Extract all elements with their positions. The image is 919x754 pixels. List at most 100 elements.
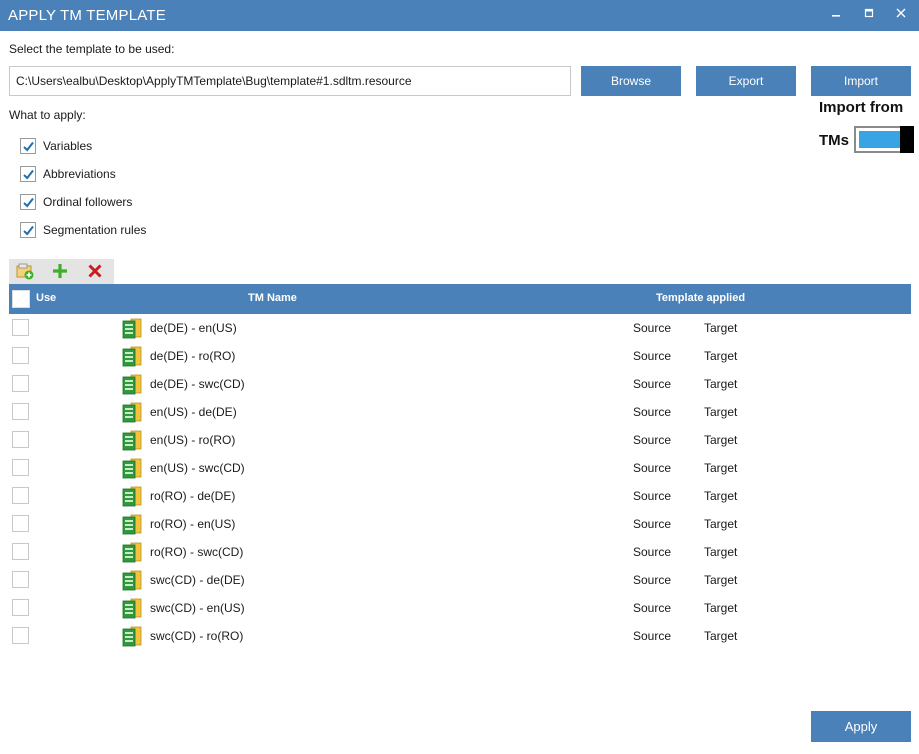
tm-name: en(US) - de(DE) — [150, 405, 237, 419]
tm-name: swc(CD) - ro(RO) — [150, 629, 244, 643]
minimize-button[interactable] — [826, 5, 846, 25]
apply-target-link[interactable]: Target — [704, 489, 737, 503]
translation-memory-icon — [122, 514, 143, 535]
row-use-checkbox[interactable] — [12, 627, 29, 644]
table-row[interactable]: de(DE) - ro(RO) Source Target — [9, 342, 911, 370]
export-button[interactable]: Export — [696, 66, 796, 96]
maximize-icon — [864, 8, 874, 18]
apply-source-link[interactable]: Source — [633, 377, 671, 391]
apply-target-link[interactable]: Target — [704, 377, 737, 391]
row-use-checkbox[interactable] — [12, 543, 29, 560]
apply-target-link[interactable]: Target — [704, 433, 737, 447]
apply-source-link[interactable]: Source — [633, 405, 671, 419]
translation-memory-icon — [122, 598, 143, 619]
apply-source-link[interactable]: Source — [633, 545, 671, 559]
row-use-checkbox[interactable] — [12, 431, 29, 448]
table-row[interactable]: swc(CD) - en(US) Source Target — [9, 594, 911, 622]
translation-memory-icon — [122, 542, 143, 563]
variables-checkbox[interactable] — [20, 138, 36, 154]
tm-name: ro(RO) - swc(CD) — [150, 545, 244, 559]
tm-name: en(US) - ro(RO) — [150, 433, 236, 447]
grid-header: Use TM Name Template applied — [9, 284, 911, 314]
column-header-tm-name[interactable]: TM Name — [248, 292, 297, 304]
apply-target-link[interactable]: Target — [704, 629, 737, 643]
ordinal-followers-label: Ordinal followers — [43, 195, 133, 209]
table-row[interactable]: de(DE) - swc(CD) Source Target — [9, 370, 911, 398]
minimize-icon — [832, 15, 840, 17]
browse-button[interactable]: Browse — [581, 66, 681, 96]
translation-memory-icon — [122, 318, 143, 339]
table-row[interactable]: en(US) - de(DE) Source Target — [9, 398, 911, 426]
tm-name: ro(RO) - en(US) — [150, 517, 236, 531]
tm-name: swc(CD) - de(DE) — [150, 573, 245, 587]
apply-source-link[interactable]: Source — [633, 321, 671, 335]
apply-target-link[interactable]: Target — [704, 461, 737, 475]
add-icon — [53, 264, 67, 278]
import-from-tms-toggle[interactable] — [854, 126, 914, 153]
what-to-apply-label: What to apply: — [9, 108, 86, 122]
apply-target-link[interactable]: Target — [704, 545, 737, 559]
add-button[interactable] — [50, 261, 72, 282]
segmentation-rules-label: Segmentation rules — [43, 223, 147, 237]
close-button[interactable] — [891, 5, 911, 25]
row-use-checkbox[interactable] — [12, 459, 29, 476]
maximize-button[interactable] — [859, 5, 879, 25]
table-row[interactable]: ro(RO) - swc(CD) Source Target — [9, 538, 911, 566]
apply-source-link[interactable]: Source — [633, 601, 671, 615]
select-all-checkbox[interactable] — [12, 290, 30, 308]
apply-target-link[interactable]: Target — [704, 573, 737, 587]
table-row[interactable]: ro(RO) - de(DE) Source Target — [9, 482, 911, 510]
apply-target-link[interactable]: Target — [704, 601, 737, 615]
apply-source-link[interactable]: Source — [633, 629, 671, 643]
apply-target-link[interactable]: Target — [704, 349, 737, 363]
apply-source-link[interactable]: Source — [633, 573, 671, 587]
row-use-checkbox[interactable] — [12, 599, 29, 616]
import-button[interactable]: Import — [811, 66, 911, 96]
table-row[interactable]: ro(RO) - en(US) Source Target — [9, 510, 911, 538]
translation-memory-icon — [122, 430, 143, 451]
add-tm-folder-button[interactable] — [15, 261, 37, 282]
select-template-label: Select the template to be used: — [9, 42, 175, 56]
row-use-checkbox[interactable] — [12, 403, 29, 420]
row-use-checkbox[interactable] — [12, 515, 29, 532]
apply-target-link[interactable]: Target — [704, 517, 737, 531]
apply-source-link[interactable]: Source — [633, 489, 671, 503]
translation-memory-icon — [122, 458, 143, 479]
apply-source-link[interactable]: Source — [633, 517, 671, 531]
row-use-checkbox[interactable] — [12, 571, 29, 588]
row-use-checkbox[interactable] — [12, 347, 29, 364]
row-use-checkbox[interactable] — [12, 319, 29, 336]
tm-name: de(DE) - ro(RO) — [150, 349, 236, 363]
template-path-input[interactable] — [9, 66, 571, 96]
apply-source-link[interactable]: Source — [633, 461, 671, 475]
translation-memory-icon — [122, 374, 143, 395]
table-row[interactable]: de(DE) - en(US) Source Target — [9, 314, 911, 342]
segmentation-rules-checkbox[interactable] — [20, 222, 36, 238]
apply-target-link[interactable]: Target — [704, 321, 737, 335]
tm-name: ro(RO) - de(DE) — [150, 489, 236, 503]
check-icon — [23, 141, 34, 152]
add-tm-folder-icon — [16, 263, 34, 280]
translation-memory-icon — [122, 486, 143, 507]
table-row[interactable]: swc(CD) - de(DE) Source Target — [9, 566, 911, 594]
check-icon — [23, 169, 34, 180]
row-use-checkbox[interactable] — [12, 487, 29, 504]
ordinal-followers-checkbox[interactable] — [20, 194, 36, 210]
toggle-fill — [859, 131, 902, 148]
remove-button[interactable] — [85, 261, 107, 282]
column-header-use[interactable]: Use — [36, 292, 56, 304]
close-icon — [896, 8, 906, 18]
apply-button[interactable]: Apply — [811, 711, 911, 742]
apply-target-link[interactable]: Target — [704, 405, 737, 419]
abbreviations-checkbox[interactable] — [20, 166, 36, 182]
row-use-checkbox[interactable] — [12, 375, 29, 392]
table-row[interactable]: swc(CD) - ro(RO) Source Target — [9, 622, 911, 650]
translation-memory-icon — [122, 570, 143, 591]
tm-name: en(US) - swc(CD) — [150, 461, 245, 475]
column-header-template-applied[interactable]: Template applied — [656, 292, 745, 304]
title-bar: APPLY TM TEMPLATE — [0, 0, 919, 31]
apply-source-link[interactable]: Source — [633, 433, 671, 447]
table-row[interactable]: en(US) - ro(RO) Source Target — [9, 426, 911, 454]
table-row[interactable]: en(US) - swc(CD) Source Target — [9, 454, 911, 482]
apply-source-link[interactable]: Source — [633, 349, 671, 363]
